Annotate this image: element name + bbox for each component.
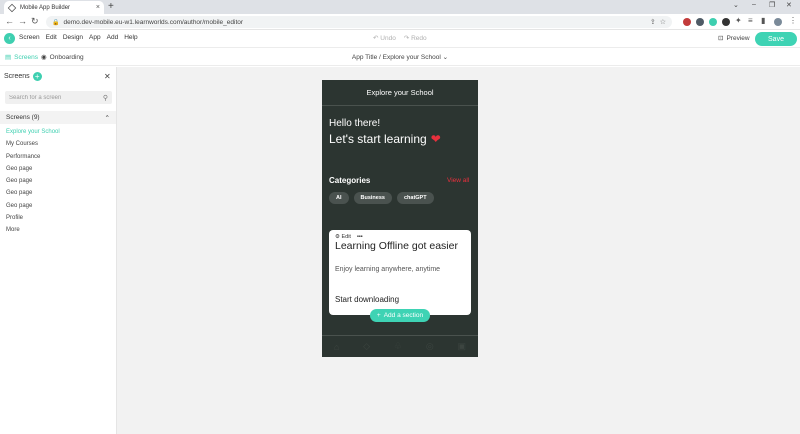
chip-ai[interactable]: AI bbox=[329, 192, 349, 204]
screen-list: Explore your School My Courses Performan… bbox=[6, 126, 60, 237]
menu-help[interactable]: Help bbox=[124, 34, 137, 41]
preview-button[interactable]: ⊡ Preview bbox=[718, 34, 750, 43]
chevron-down-icon: ⌄ bbox=[442, 54, 449, 61]
phone-preview: Explore your School Hello there! Let's s… bbox=[322, 80, 478, 357]
screens-sidebar: Screens + ✕ ⚲ Screens (9) ⌃ Explore your… bbox=[0, 67, 117, 434]
url-text[interactable]: demo.dev-mobile.eu-w1.learnworlds.com/au… bbox=[63, 19, 645, 26]
undo-redo-group: ↶ Undo ↷ Redo bbox=[373, 34, 427, 42]
browser-tab[interactable]: Mobile App Builder × bbox=[4, 1, 104, 14]
menu-add[interactable]: Add bbox=[107, 34, 119, 41]
lock-icon: 🔒 bbox=[52, 19, 60, 26]
sidebar-title: Screens bbox=[4, 73, 30, 80]
search-input[interactable] bbox=[9, 94, 103, 101]
profile-avatar[interactable] bbox=[774, 18, 782, 26]
forward-icon[interactable]: → bbox=[18, 16, 27, 26]
screen-item-my-courses[interactable]: My Courses bbox=[6, 138, 60, 150]
search-icon[interactable]: ⚲ bbox=[103, 94, 108, 102]
extension-icon[interactable] bbox=[722, 18, 730, 26]
close-window-button[interactable]: ✕ bbox=[786, 1, 792, 9]
extension-icon[interactable] bbox=[709, 18, 717, 26]
share-icon[interactable]: ⇪ bbox=[650, 18, 656, 26]
screen-item-more[interactable]: More bbox=[6, 224, 60, 236]
reading-list-icon[interactable]: ≡ bbox=[748, 16, 753, 25]
main-menu: Screen Edit Design App Add Help bbox=[19, 34, 138, 41]
add-screen-icon[interactable]: + bbox=[32, 72, 42, 81]
add-section-label: Add a section bbox=[383, 312, 424, 319]
offline-learning-card[interactable]: ⚙ Edit ••• Learning Offline got easier E… bbox=[329, 230, 471, 315]
preview-label: Preview bbox=[726, 34, 750, 42]
new-tab-button[interactable]: + bbox=[108, 1, 114, 12]
close-icon[interactable]: ✕ bbox=[104, 72, 111, 81]
performance-icon[interactable]: ♧ bbox=[394, 341, 402, 352]
app-header: ‹ Screen Edit Design App Add Help ↶ Undo… bbox=[0, 30, 800, 48]
screens-section-header[interactable]: Screens (9) ⌃ bbox=[0, 111, 116, 124]
card-cta: Start downloading bbox=[335, 295, 400, 304]
screen-search: ⚲ bbox=[5, 91, 112, 104]
redo-icon: ↷ bbox=[403, 35, 410, 42]
chip-chatgpt[interactable]: chatGPT bbox=[396, 192, 434, 204]
card-subtitle: Enjoy learning anywhere, anytime bbox=[335, 266, 441, 273]
screen-item-performance[interactable]: Performance bbox=[6, 151, 60, 163]
geo-icon[interactable]: ◎ bbox=[426, 341, 434, 352]
heart-icon: ❤ bbox=[430, 132, 441, 146]
box-icon[interactable]: ▣ bbox=[458, 341, 467, 352]
menu-edit[interactable]: Edit bbox=[46, 34, 57, 41]
undo-button[interactable]: ↶ Undo bbox=[373, 34, 396, 42]
extension-icon[interactable] bbox=[683, 18, 691, 26]
greeting-line-2-text: Let's start learning bbox=[329, 132, 427, 146]
screen-item-geo-page[interactable]: Geo page bbox=[6, 175, 60, 187]
breadcrumb[interactable]: App Title / Explore your School ⌄ bbox=[0, 53, 800, 61]
save-button[interactable]: Save bbox=[755, 32, 797, 46]
redo-button[interactable]: ↷ Redo bbox=[404, 34, 427, 42]
section-label: Screens (9) bbox=[6, 114, 40, 121]
menu-design[interactable]: Design bbox=[63, 34, 83, 41]
tab-close-icon[interactable]: × bbox=[96, 4, 100, 11]
app-favicon-icon bbox=[7, 3, 17, 12]
screen-item-geo-page[interactable]: Geo page bbox=[6, 163, 60, 175]
courses-icon[interactable]: ◇ bbox=[363, 341, 370, 352]
tab-search-icon[interactable]: ⌄ bbox=[733, 1, 739, 9]
greeting-line-2[interactable]: Let's start learning ❤ bbox=[329, 132, 441, 146]
greeting-line-1[interactable]: Hello there! bbox=[329, 118, 380, 130]
categories-title: Categories bbox=[329, 176, 371, 185]
browser-menu-icon[interactable]: ⋮ bbox=[789, 16, 797, 25]
sub-header: ▤ Screens ◉ Onboarding App Title / Explo… bbox=[0, 48, 800, 66]
undo-label: Undo bbox=[380, 35, 396, 42]
plus-icon: + bbox=[376, 312, 381, 319]
screen-item-geo-page[interactable]: Geo page bbox=[6, 200, 60, 212]
breadcrumb-label: App Title / Explore your School bbox=[351, 54, 441, 61]
sidepanel-icon[interactable]: ▮ bbox=[761, 16, 765, 25]
reload-icon[interactable]: ↻ bbox=[31, 16, 39, 27]
url-bar[interactable]: 🔒 demo.dev-mobile.eu-w1.learnworlds.com/… bbox=[46, 16, 672, 28]
view-all-link[interactable]: View all bbox=[447, 177, 469, 184]
bookmark-star-icon[interactable]: ☆ bbox=[660, 18, 666, 26]
back-icon[interactable]: ← bbox=[5, 16, 14, 26]
extensions-puzzle-icon[interactable]: ✦ bbox=[735, 16, 742, 25]
preview-icon: ⊡ bbox=[718, 35, 724, 42]
undo-icon: ↶ bbox=[373, 35, 379, 42]
menu-screen[interactable]: Screen bbox=[19, 34, 40, 41]
redo-label: Redo bbox=[411, 35, 427, 42]
card-title: Learning Offline got easier bbox=[335, 240, 458, 252]
add-section-button[interactable]: + Add a section bbox=[370, 309, 430, 322]
chevron-up-icon: ⌃ bbox=[104, 114, 110, 122]
menu-app[interactable]: App bbox=[89, 34, 101, 41]
screen-item-profile[interactable]: Profile bbox=[6, 212, 60, 224]
browser-tab-strip: Mobile App Builder × + ⌄ – ❐ ✕ bbox=[0, 0, 800, 14]
screen-item-geo-page[interactable]: Geo page bbox=[6, 187, 60, 199]
tab-title: Mobile App Builder bbox=[20, 4, 71, 11]
chip-business[interactable]: Business bbox=[353, 192, 392, 204]
home-icon[interactable]: ⌂ bbox=[334, 342, 339, 352]
category-chips: AI Business chatGPT bbox=[329, 192, 434, 204]
maximize-button[interactable]: ❐ bbox=[769, 1, 775, 9]
phone-screen-title: Explore your School bbox=[322, 80, 478, 106]
sidebar-header: Screens + bbox=[4, 72, 42, 81]
extension-icon[interactable] bbox=[696, 18, 704, 26]
address-bar-row: ← → ↻ 🔒 demo.dev-mobile.eu-w1.learnworld… bbox=[0, 14, 800, 30]
minimize-button[interactable]: – bbox=[752, 1, 756, 8]
screen-item-explore-your-school[interactable]: Explore your School bbox=[6, 126, 60, 138]
back-arrow-icon[interactable]: ‹ bbox=[4, 33, 15, 44]
phone-bottom-nav: ⌂ ◇ ♧ ◎ ▣ bbox=[322, 335, 478, 357]
